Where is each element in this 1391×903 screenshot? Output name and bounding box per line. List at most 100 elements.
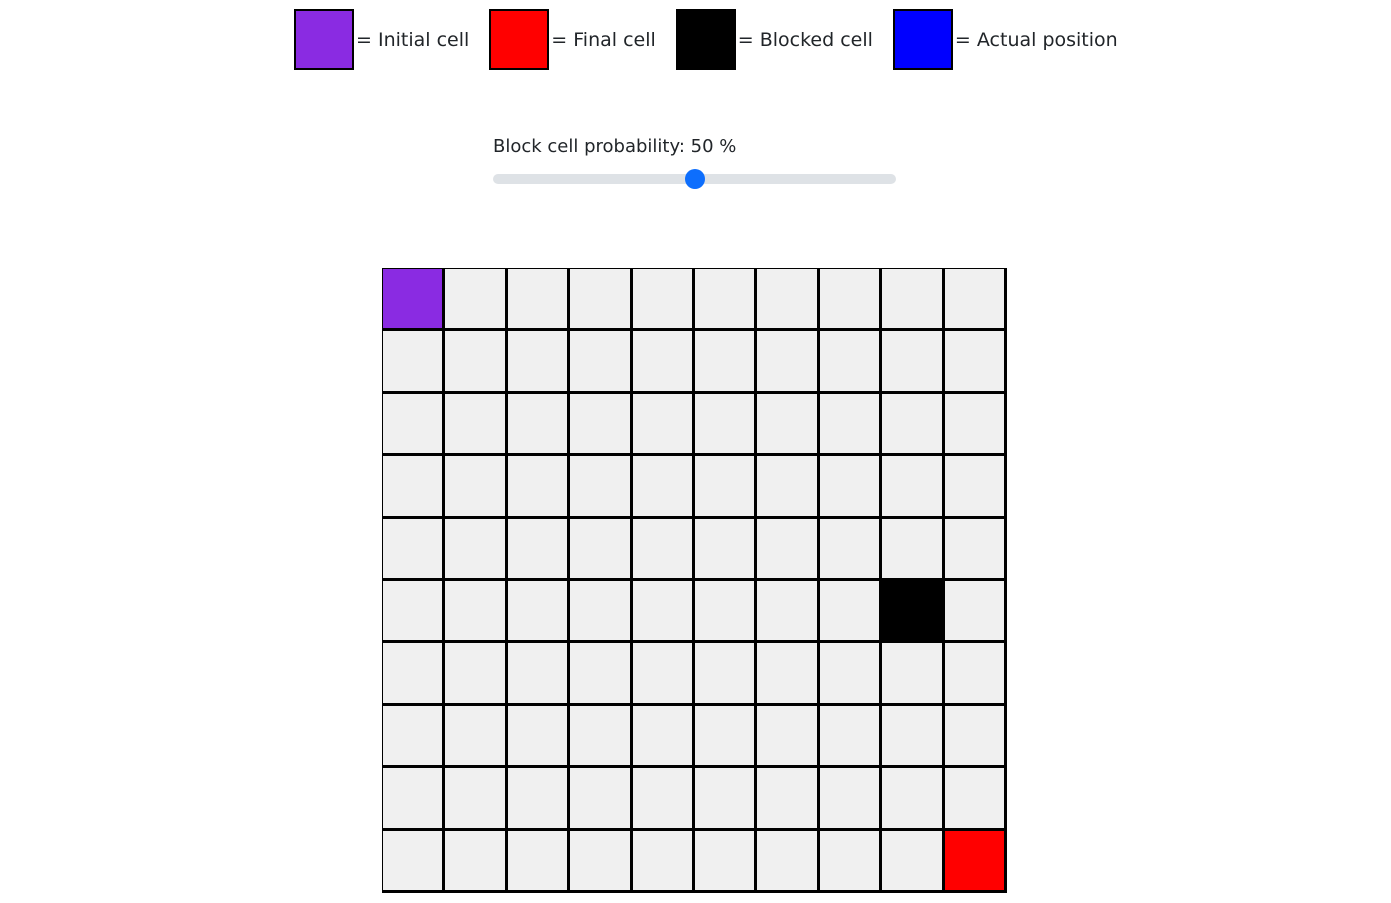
grid-cell[interactable] <box>632 331 695 394</box>
grid-cell[interactable] <box>882 393 945 457</box>
grid-cell[interactable] <box>632 456 695 519</box>
grid-cell[interactable] <box>632 393 695 457</box>
grid-cell[interactable] <box>507 456 571 519</box>
grid-cell[interactable] <box>570 581 633 644</box>
grid-cell[interactable] <box>632 269 695 332</box>
grid-cell[interactable] <box>445 456 508 519</box>
grid-cell[interactable] <box>383 331 446 394</box>
grid-cell[interactable] <box>757 830 820 893</box>
grid-cell[interactable] <box>882 768 945 831</box>
grid-cell[interactable] <box>507 331 571 394</box>
grid-cell[interactable] <box>570 456 633 519</box>
grid-cell[interactable] <box>632 518 695 581</box>
grid-cell[interactable] <box>819 643 883 706</box>
grid-cell[interactable] <box>695 705 758 769</box>
grid-cell[interactable] <box>757 269 820 332</box>
grid-cell[interactable] <box>757 456 820 519</box>
grid-cell[interactable] <box>757 518 820 581</box>
grid-cell[interactable] <box>944 518 1007 581</box>
grid-cell[interactable] <box>383 518 446 581</box>
grid-cell[interactable] <box>819 393 883 457</box>
grid-cell[interactable] <box>819 705 883 769</box>
grid-cell[interactable] <box>944 705 1007 769</box>
grid-cell[interactable] <box>445 393 508 457</box>
grid-cell[interactable] <box>695 768 758 831</box>
grid-cell[interactable] <box>632 705 695 769</box>
grid-cell[interactable] <box>757 643 820 706</box>
grid-cell[interactable] <box>383 705 446 769</box>
grid-cell[interactable] <box>757 393 820 457</box>
grid-cell[interactable] <box>445 768 508 831</box>
grid-cell[interactable] <box>445 830 508 893</box>
grid-cell[interactable] <box>882 518 945 581</box>
grid-cell[interactable] <box>445 705 508 769</box>
grid-cell[interactable] <box>632 830 695 893</box>
grid-cell[interactable] <box>383 456 446 519</box>
grid-cell[interactable] <box>570 269 633 332</box>
grid-cell[interactable] <box>819 830 883 893</box>
grid-cell[interactable] <box>944 581 1007 644</box>
grid-cell[interactable] <box>819 456 883 519</box>
grid-cell[interactable] <box>695 456 758 519</box>
grid-cell[interactable] <box>445 581 508 644</box>
grid-cell[interactable] <box>757 331 820 394</box>
grid-cell[interactable] <box>757 581 820 644</box>
grid-cell[interactable] <box>819 269 883 332</box>
grid-cell[interactable] <box>944 768 1007 831</box>
grid-cell[interactable] <box>507 830 571 893</box>
grid-cell[interactable] <box>445 518 508 581</box>
grid-cell[interactable] <box>445 643 508 706</box>
grid-cell[interactable] <box>383 643 446 706</box>
block-probability-slider[interactable] <box>493 169 896 189</box>
grid-cell[interactable] <box>944 643 1007 706</box>
grid-cell[interactable] <box>695 269 758 332</box>
grid-cell[interactable] <box>882 643 945 706</box>
grid-cell[interactable] <box>944 456 1007 519</box>
grid-cell[interactable] <box>570 830 633 893</box>
grid-cell[interactable] <box>383 393 446 457</box>
grid-cell[interactable] <box>757 768 820 831</box>
grid-cell[interactable] <box>445 331 508 394</box>
grid-cell[interactable] <box>632 643 695 706</box>
grid-cell[interactable] <box>507 768 571 831</box>
grid-cell[interactable] <box>507 393 571 457</box>
grid-cell[interactable] <box>882 269 945 332</box>
grid-cell[interactable] <box>383 768 446 831</box>
grid-cell[interactable] <box>507 705 571 769</box>
grid-cell[interactable] <box>882 456 945 519</box>
grid-cell[interactable] <box>570 518 633 581</box>
initial-cell[interactable] <box>383 269 446 332</box>
grid-cell[interactable] <box>819 331 883 394</box>
grid-cell[interactable] <box>507 518 571 581</box>
grid-cell[interactable] <box>819 768 883 831</box>
grid-cell[interactable] <box>695 830 758 893</box>
grid-cell[interactable] <box>632 768 695 831</box>
grid-cell[interactable] <box>632 581 695 644</box>
grid-cell[interactable] <box>507 643 571 706</box>
grid-cell[interactable] <box>570 705 633 769</box>
final-cell[interactable] <box>944 830 1007 893</box>
grid-cell[interactable] <box>695 331 758 394</box>
grid-cell[interactable] <box>445 269 508 332</box>
grid-cell[interactable] <box>695 518 758 581</box>
blocked-cell[interactable] <box>882 581 945 644</box>
grid-cell[interactable] <box>819 581 883 644</box>
grid-cell[interactable] <box>570 331 633 394</box>
grid-cell[interactable] <box>944 393 1007 457</box>
grid-cell[interactable] <box>882 705 945 769</box>
grid-cell[interactable] <box>819 518 883 581</box>
grid-cell[interactable] <box>944 269 1007 332</box>
grid-cell[interactable] <box>882 331 945 394</box>
grid-cell[interactable] <box>695 393 758 457</box>
grid-cell[interactable] <box>507 581 571 644</box>
grid-cell[interactable] <box>695 581 758 644</box>
grid-cell[interactable] <box>882 830 945 893</box>
grid-cell[interactable] <box>695 643 758 706</box>
grid-cell[interactable] <box>944 331 1007 394</box>
block-probability-slider-thumb[interactable] <box>684 169 705 189</box>
grid-cell[interactable] <box>570 768 633 831</box>
grid-cell[interactable] <box>757 705 820 769</box>
grid-cell[interactable] <box>383 581 446 644</box>
grid-cell[interactable] <box>383 830 446 893</box>
grid-cell[interactable] <box>570 643 633 706</box>
